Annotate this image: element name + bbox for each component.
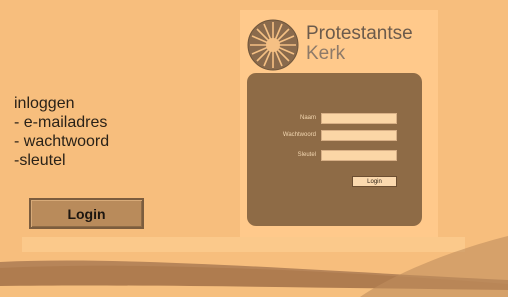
instruction-key: -sleutel	[14, 152, 66, 169]
brand-name: Protestantse Kerk	[306, 24, 413, 64]
form-login-button[interactable]: Login	[352, 176, 397, 187]
brand-line-1: Protestantse	[306, 23, 413, 44]
login-instructions: inloggen - e-mailadres - wachtwoord -sle…	[14, 94, 109, 170]
brand-line-2: Kerk	[306, 43, 346, 64]
name-label: Naam	[299, 115, 316, 121]
password-input[interactable]	[321, 130, 397, 141]
footer-strip	[22, 237, 465, 252]
church-logo-icon	[247, 19, 299, 71]
instructions-title: inloggen	[14, 95, 75, 112]
key-input[interactable]	[321, 150, 397, 161]
login-screen: inloggen - e-mailadres - wachtwoord -sle…	[0, 0, 508, 297]
instruction-email: - e-mailadres	[14, 114, 108, 131]
password-label: Wachtwoord	[282, 132, 316, 138]
name-input[interactable]	[321, 113, 397, 124]
login-button[interactable]: Login	[29, 198, 144, 229]
instruction-password: - wachtwoord	[14, 133, 110, 150]
key-label: Sleutel	[297, 152, 316, 158]
